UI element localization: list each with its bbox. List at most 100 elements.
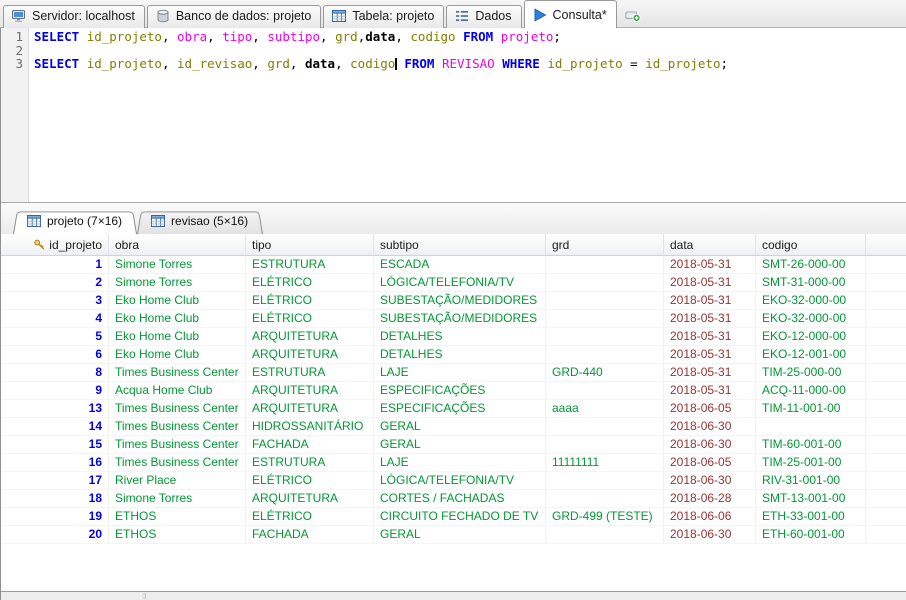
table-row[interactable]: 17River PlaceELÉTRICOLÓGICA/TELEFONIA/TV… xyxy=(1,472,906,490)
cell-codigo[interactable]: ETH-60-001-00 xyxy=(756,526,866,544)
cell-id-projeto[interactable]: 16 xyxy=(1,454,109,472)
cell-codigo[interactable]: ETH-33-001-00 xyxy=(756,508,866,526)
column-header-tipo[interactable]: tipo xyxy=(246,234,374,255)
cell-tipo[interactable]: ARQUITETURA xyxy=(246,382,374,400)
cell-obra[interactable]: Acqua Home Club xyxy=(109,382,246,400)
cell-codigo[interactable]: EKO-32-000-00 xyxy=(756,292,866,310)
cell-codigo[interactable]: RIV-31-001-00 xyxy=(756,472,866,490)
sql-editor[interactable]: 123 SELECT id_projeto, obra, tipo, subti… xyxy=(1,28,906,203)
cell-grd[interactable] xyxy=(546,382,664,400)
cell-data[interactable]: 2018-05-31 xyxy=(664,346,756,364)
cell-data[interactable]: 2018-06-06 xyxy=(664,508,756,526)
main-tab-servidor-localhost[interactable]: Servidor: localhost xyxy=(3,5,145,28)
table-row[interactable]: 16Times Business CenterESTRUTURALAJE1111… xyxy=(1,454,906,472)
cell-subtipo[interactable]: GERAL xyxy=(374,418,546,436)
main-tab-tabela-projeto[interactable]: Tabela: projeto xyxy=(323,5,444,28)
table-row[interactable]: 18Simone TorresARQUITETURACORTES / FACHA… xyxy=(1,490,906,508)
table-row[interactable]: 20ETHOSFACHADAGERAL2018-06-30ETH-60-001-… xyxy=(1,526,906,544)
cell-grd[interactable] xyxy=(546,310,664,328)
column-header-id-projeto[interactable]: id_projeto xyxy=(1,234,109,255)
cell-subtipo[interactable]: ESPECIFICAÇÕES xyxy=(374,382,546,400)
table-row[interactable]: 14Times Business CenterHIDROSSANITÁRIOGE… xyxy=(1,418,906,436)
cell-grd[interactable] xyxy=(546,418,664,436)
cell-subtipo[interactable]: LAJE xyxy=(374,364,546,382)
cell-tipo[interactable]: ELÉTRICO xyxy=(246,292,374,310)
table-row[interactable]: 3Eko Home ClubELÉTRICOSUBESTAÇÃO/MEDIDOR… xyxy=(1,292,906,310)
sql-code-area[interactable]: SELECT id_projeto, obra, tipo, subtipo, … xyxy=(29,28,906,202)
cell-codigo[interactable]: SMT-26-000-00 xyxy=(756,256,866,274)
cell-tipo[interactable]: ARQUITETURA xyxy=(246,400,374,418)
cell-id-projeto[interactable]: 14 xyxy=(1,418,109,436)
cell-grd[interactable]: GRD-499 (TESTE) xyxy=(546,508,664,526)
cell-grd[interactable] xyxy=(546,526,664,544)
cell-obra[interactable]: Simone Torres xyxy=(109,490,246,508)
cell-subtipo[interactable]: LÓGICA/TELEFONIA/TV xyxy=(374,472,546,490)
cell-data[interactable]: 2018-06-30 xyxy=(664,526,756,544)
cell-obra[interactable]: ETHOS xyxy=(109,526,246,544)
cell-subtipo[interactable]: DETALHES xyxy=(374,328,546,346)
cell-id-projeto[interactable]: 4 xyxy=(1,310,109,328)
table-row[interactable]: 5Eko Home ClubARQUITETURADETALHES2018-05… xyxy=(1,328,906,346)
table-row[interactable]: 8Times Business CenterESTRUTURALAJEGRD-4… xyxy=(1,364,906,382)
cell-obra[interactable]: Simone Torres xyxy=(109,256,246,274)
cell-obra[interactable]: Times Business Center xyxy=(109,436,246,454)
cell-grd[interactable] xyxy=(546,490,664,508)
cell-subtipo[interactable]: GERAL xyxy=(374,436,546,454)
cell-obra[interactable]: River Place xyxy=(109,472,246,490)
cell-obra[interactable]: Times Business Center xyxy=(109,454,246,472)
table-row[interactable]: 9Acqua Home ClubARQUITETURAESPECIFICAÇÕE… xyxy=(1,382,906,400)
table-row[interactable]: 15Times Business CenterFACHADAGERAL2018-… xyxy=(1,436,906,454)
cell-tipo[interactable]: ARQUITETURA xyxy=(246,328,374,346)
cell-tipo[interactable]: FACHADA xyxy=(246,436,374,454)
cell-id-projeto[interactable]: 15 xyxy=(1,436,109,454)
cell-grd[interactable]: aaaa xyxy=(546,400,664,418)
table-row[interactable]: 19ETHOSELÉTRICOCIRCUITO FECHADO DE TVGRD… xyxy=(1,508,906,526)
cell-tipo[interactable]: HIDROSSANITÁRIO xyxy=(246,418,374,436)
cell-id-projeto[interactable]: 20 xyxy=(1,526,109,544)
table-row[interactable]: 13Times Business CenterARQUITETURAESPECI… xyxy=(1,400,906,418)
cell-id-projeto[interactable]: 9 xyxy=(1,382,109,400)
cell-tipo[interactable]: ESTRUTURA xyxy=(246,256,374,274)
cell-tipo[interactable]: ARQUITETURA xyxy=(246,346,374,364)
cell-id-projeto[interactable]: 3 xyxy=(1,292,109,310)
cell-codigo[interactable]: EKO-12-001-00 xyxy=(756,346,866,364)
main-tab-consulta[interactable]: Consulta* xyxy=(524,0,617,28)
table-row[interactable]: 4Eko Home ClubELÉTRICOSUBESTAÇÃO/MEDIDOR… xyxy=(1,310,906,328)
cell-tipo[interactable]: ELÉTRICO xyxy=(246,274,374,292)
cell-data[interactable]: 2018-05-31 xyxy=(664,274,756,292)
cell-grd[interactable]: GRD-440 xyxy=(546,364,664,382)
cell-data[interactable]: 2018-05-31 xyxy=(664,310,756,328)
cell-codigo[interactable]: TIM-60-001-00 xyxy=(756,436,866,454)
cell-id-projeto[interactable]: 19 xyxy=(1,508,109,526)
cell-subtipo[interactable]: CORTES / FACHADAS xyxy=(374,490,546,508)
cell-codigo[interactable]: TIM-25-001-00 xyxy=(756,454,866,472)
cell-grd[interactable] xyxy=(546,274,664,292)
cell-obra[interactable]: Simone Torres xyxy=(109,274,246,292)
result-tab-revisao-5-16[interactable]: revisao (5×16) xyxy=(137,210,263,234)
cell-grd[interactable] xyxy=(546,472,664,490)
cell-data[interactable]: 2018-05-31 xyxy=(664,256,756,274)
cell-grd[interactable] xyxy=(546,328,664,346)
cell-codigo[interactable]: EKO-12-000-00 xyxy=(756,328,866,346)
cell-obra[interactable]: Eko Home Club xyxy=(109,310,246,328)
cell-grd[interactable] xyxy=(546,436,664,454)
cell-data[interactable]: 2018-06-30 xyxy=(664,418,756,436)
column-header-data[interactable]: data xyxy=(664,234,756,255)
cell-subtipo[interactable]: DETALHES xyxy=(374,346,546,364)
main-tab-dados[interactable]: Dados xyxy=(446,5,521,28)
cell-tipo[interactable]: ARQUITETURA xyxy=(246,490,374,508)
cell-id-projeto[interactable]: 18 xyxy=(1,490,109,508)
cell-subtipo[interactable]: ESPECIFICAÇÕES xyxy=(374,400,546,418)
cell-tipo[interactable]: ELÉTRICO xyxy=(246,508,374,526)
cell-data[interactable]: 2018-05-31 xyxy=(664,292,756,310)
cell-codigo[interactable]: SMT-31-000-00 xyxy=(756,274,866,292)
cell-obra[interactable]: Eko Home Club xyxy=(109,328,246,346)
cell-tipo[interactable]: ESTRUTURA xyxy=(246,364,374,382)
cell-codigo[interactable]: EKO-32-000-00 xyxy=(756,310,866,328)
column-header-subtipo[interactable]: subtipo xyxy=(374,234,546,255)
cell-id-projeto[interactable]: 2 xyxy=(1,274,109,292)
cell-subtipo[interactable]: ESCADA xyxy=(374,256,546,274)
cell-subtipo[interactable]: SUBESTAÇÃO/MEDIDORES xyxy=(374,292,546,310)
cell-id-projeto[interactable]: 1 xyxy=(1,256,109,274)
cell-id-projeto[interactable]: 5 xyxy=(1,328,109,346)
